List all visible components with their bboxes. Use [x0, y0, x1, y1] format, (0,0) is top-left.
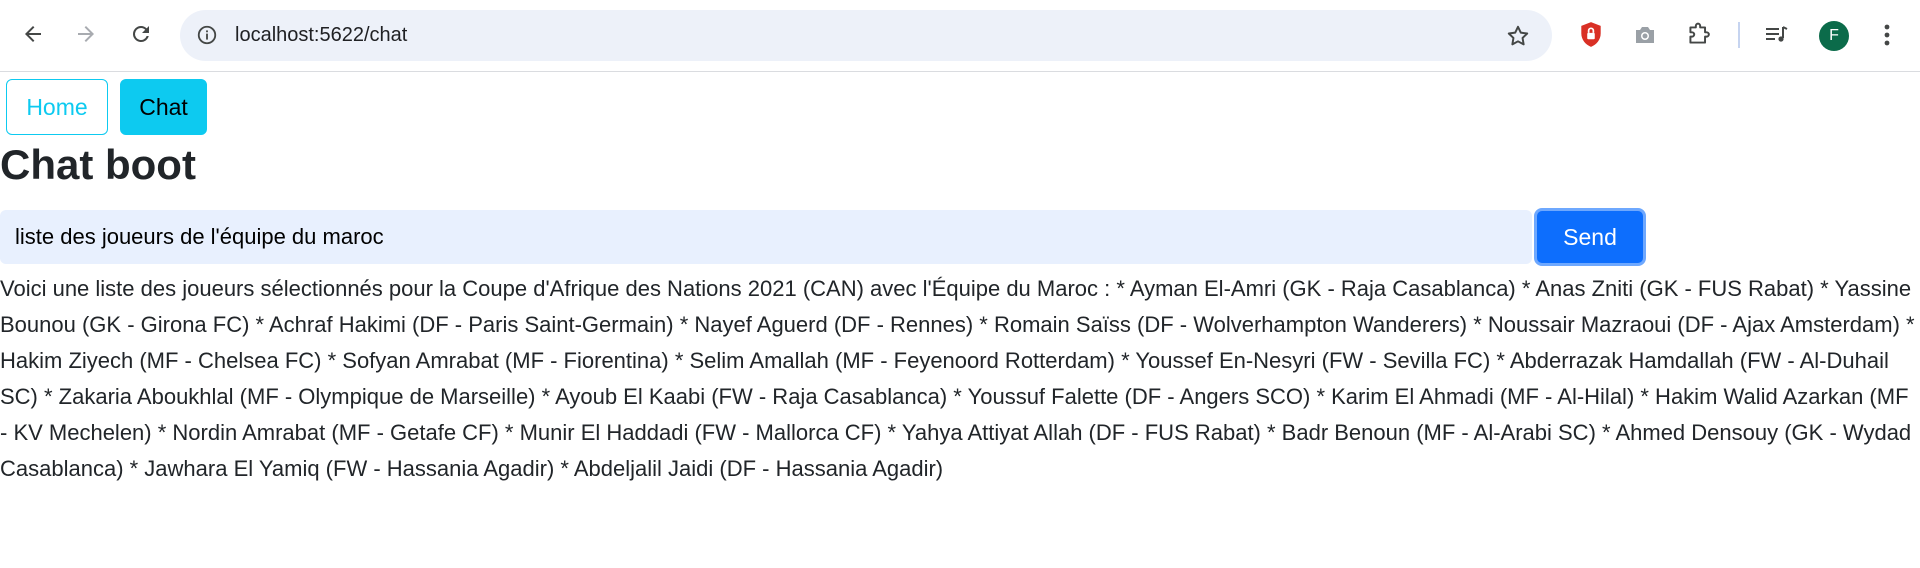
site-info-icon[interactable] — [194, 22, 220, 48]
bookmark-star-icon[interactable] — [1504, 22, 1532, 50]
extensions-puzzle-icon[interactable] — [1683, 20, 1713, 50]
forward-button[interactable] — [66, 14, 106, 54]
send-button[interactable]: Send — [1534, 208, 1646, 266]
chat-message-input[interactable] — [0, 210, 1532, 264]
toolbar-separator — [1738, 22, 1740, 48]
address-bar[interactable]: localhost:5622/chat — [180, 10, 1552, 61]
chat-response-text: Voici une liste des joueurs sélectionnés… — [0, 276, 1915, 481]
chat-button[interactable]: Chat — [120, 79, 207, 135]
profile-avatar[interactable]: F — [1819, 21, 1849, 51]
home-button[interactable]: Home — [6, 79, 108, 135]
forward-icon — [78, 26, 94, 42]
browser-toolbar: localhost:5622/chat F — [0, 0, 1920, 72]
back-button[interactable] — [13, 14, 53, 54]
page-title: Chat boot — [0, 141, 196, 188]
shield-extension-icon[interactable] — [1576, 20, 1606, 50]
reload-button[interactable] — [121, 14, 161, 54]
back-icon — [25, 26, 41, 42]
kebab-menu-icon[interactable] — [1872, 20, 1902, 50]
camera-extension-icon[interactable] — [1630, 20, 1660, 50]
media-controls-icon[interactable] — [1762, 20, 1792, 50]
url-text[interactable]: localhost:5622/chat — [235, 24, 407, 47]
reload-icon — [133, 25, 149, 42]
page-content: Home Chat Chat boot Send Voici une liste… — [0, 73, 1920, 568]
